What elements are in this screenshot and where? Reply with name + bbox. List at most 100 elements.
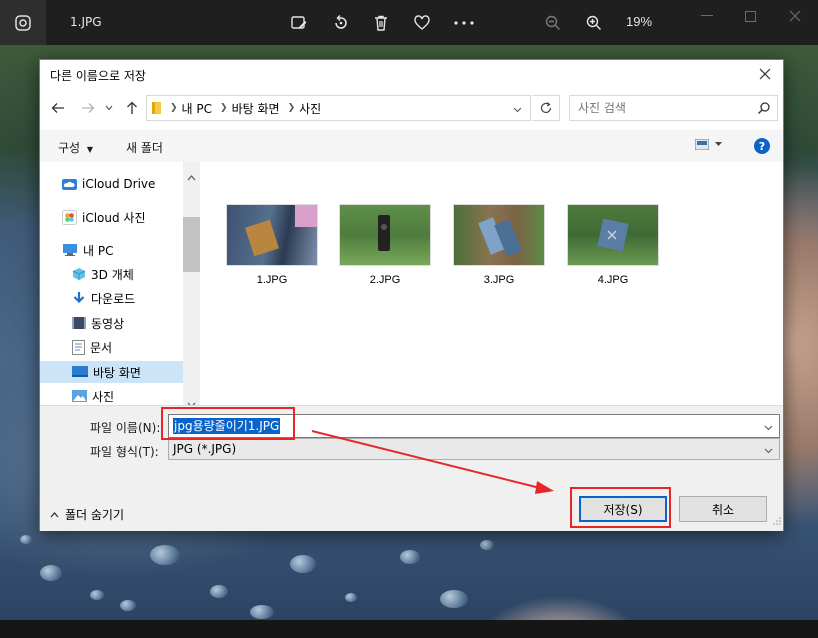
water-drop xyxy=(480,540,494,550)
address-dropdown-icon[interactable] xyxy=(513,102,522,116)
breadcrumb-pictures[interactable]: 사진 xyxy=(299,100,321,117)
breadcrumb-separator-icon: ❯ xyxy=(170,103,178,113)
water-drop xyxy=(90,590,104,600)
up-arrow-icon[interactable] xyxy=(122,98,142,118)
viewer-file-name: 1.JPG xyxy=(70,15,102,29)
rotate-icon[interactable] xyxy=(330,12,352,34)
download-icon xyxy=(73,292,85,304)
breadcrumb-desktop[interactable]: 바탕 화면 xyxy=(232,100,280,117)
folder-icon xyxy=(152,101,162,115)
breadcrumb-separator-icon: ❯ xyxy=(287,103,296,113)
save-options-panel: 파일 이름(N): jpg용량줄이기1.JPG 파일 형식(T): JPG (*… xyxy=(40,405,783,531)
breadcrumb-pc[interactable]: 내 PC xyxy=(182,100,212,117)
water-drop xyxy=(20,535,32,544)
address-bar[interactable]: ❯ 내 PC ❯ 바탕 화면 ❯ 사진 xyxy=(146,95,531,121)
water-drop xyxy=(400,550,420,564)
desktop-icon xyxy=(72,366,88,377)
file-item[interactable]: 4.JPG xyxy=(567,204,659,286)
document-icon xyxy=(72,339,85,355)
file-item[interactable]: 2.JPG xyxy=(339,204,431,286)
zoom-level: 19% xyxy=(626,14,653,29)
back-arrow-icon[interactable] xyxy=(48,98,68,118)
save-as-dialog: 다른 이름으로 저장 ❯ 내 PC ❯ 바탕 화면 ❯ 사진 사진 검색 구성 … xyxy=(39,59,784,531)
nav-item-3d-objects[interactable]: 3D 개체 xyxy=(72,263,192,285)
resize-grip-icon[interactable] xyxy=(773,510,781,529)
icloud-photos-icon xyxy=(62,209,77,225)
annotation-box-save xyxy=(570,487,671,528)
nav-item-icloud-drive[interactable]: iCloud Drive xyxy=(62,173,182,195)
pc-icon xyxy=(63,244,77,256)
view-layout-icon xyxy=(695,139,709,150)
scrollbar-thumb[interactable] xyxy=(183,217,200,272)
organize-dropdown-icon: ▼ xyxy=(86,145,94,154)
water-drop xyxy=(345,593,357,602)
file-thumbnail xyxy=(339,204,431,266)
file-thumbnail xyxy=(453,204,545,266)
file-name: 2.JPG xyxy=(369,274,401,286)
nav-item-documents[interactable]: 문서 xyxy=(72,336,192,358)
pictures-icon xyxy=(72,390,87,402)
file-name: 4.JPG xyxy=(597,274,629,286)
recent-locations-chevron-icon[interactable] xyxy=(103,98,115,118)
video-icon xyxy=(72,317,86,329)
water-drop xyxy=(440,590,468,608)
nav-item-pictures[interactable]: 사진 xyxy=(72,385,192,405)
file-list-pane: 1.JPG 2.JPG 3.JPG 4.JPG xyxy=(201,162,783,405)
dialog-close-icon[interactable] xyxy=(755,64,775,84)
nav-item-videos[interactable]: 동영상 xyxy=(72,312,192,334)
file-item[interactable]: 3.JPG xyxy=(453,204,545,286)
scroll-up-icon[interactable] xyxy=(187,166,196,185)
file-type-label: 파일 형식(T): xyxy=(90,445,159,459)
maximize-icon[interactable] xyxy=(737,6,763,26)
photos-app-icon[interactable] xyxy=(0,0,46,45)
search-icon xyxy=(757,101,771,118)
dialog-toolbar: 구성 ▼ 새 폴더 ? xyxy=(40,130,783,162)
file-item[interactable]: 1.JPG xyxy=(226,204,318,286)
file-type-value: JPG (*.JPG) xyxy=(173,442,237,456)
water-drop xyxy=(120,600,136,611)
file-name-dropdown-icon[interactable] xyxy=(764,420,773,434)
favorite-heart-icon[interactable] xyxy=(411,12,433,34)
viewer-toolbar: 1.JPG 19% xyxy=(0,0,818,45)
icloud-drive-icon xyxy=(62,178,77,190)
close-window-icon[interactable] xyxy=(782,6,808,26)
more-options-icon[interactable] xyxy=(453,12,475,34)
navigation-scrollbar[interactable] xyxy=(183,162,200,408)
change-view-button[interactable] xyxy=(695,139,722,150)
search-box[interactable] xyxy=(569,95,778,121)
edit-image-icon[interactable] xyxy=(288,12,310,34)
file-name: 3.JPG xyxy=(483,274,515,286)
nav-item-this-pc[interactable]: 내 PC xyxy=(62,239,182,261)
viewer-bottom-bar xyxy=(0,620,818,638)
view-dropdown-icon xyxy=(715,142,722,146)
nav-item-desktop[interactable]: 바탕 화면 xyxy=(40,361,183,383)
file-thumbnail xyxy=(226,204,318,266)
forward-arrow-icon[interactable] xyxy=(78,98,98,118)
3d-objects-icon xyxy=(72,268,86,280)
water-drop xyxy=(250,605,274,619)
refresh-icon[interactable] xyxy=(532,95,560,121)
water-drop xyxy=(290,555,316,573)
search-input[interactable] xyxy=(570,96,750,120)
file-name: 1.JPG xyxy=(256,274,288,286)
chevron-up-icon xyxy=(50,511,59,517)
help-icon[interactable]: ? xyxy=(754,138,770,154)
water-drop xyxy=(210,585,228,598)
zoom-out-icon[interactable] xyxy=(542,12,564,34)
file-type-dropdown-icon[interactable] xyxy=(764,443,773,457)
nav-item-icloud-photos[interactable]: iCloud 사진 xyxy=(62,206,182,228)
water-drop xyxy=(40,565,62,581)
cancel-button[interactable]: 취소 xyxy=(679,496,767,522)
organize-button[interactable]: 구성 ▼ xyxy=(58,139,93,156)
zoom-in-icon[interactable] xyxy=(583,12,605,34)
minimize-icon[interactable] xyxy=(694,6,720,26)
hide-folders-toggle[interactable]: 폴더 숨기기 xyxy=(50,506,124,523)
nav-item-downloads[interactable]: 다운로드 xyxy=(72,287,192,309)
file-type-select[interactable]: JPG (*.JPG) xyxy=(168,438,780,460)
breadcrumb-separator-icon: ❯ xyxy=(220,103,228,113)
navigation-pane: iCloud Drive iCloud 사진 내 PC 3D 개체 다운로드 동… xyxy=(40,162,200,405)
dialog-title: 다른 이름으로 저장 xyxy=(50,69,146,83)
delete-icon[interactable] xyxy=(370,12,392,34)
file-thumbnail xyxy=(567,204,659,266)
new-folder-button[interactable]: 새 폴더 xyxy=(126,139,163,156)
